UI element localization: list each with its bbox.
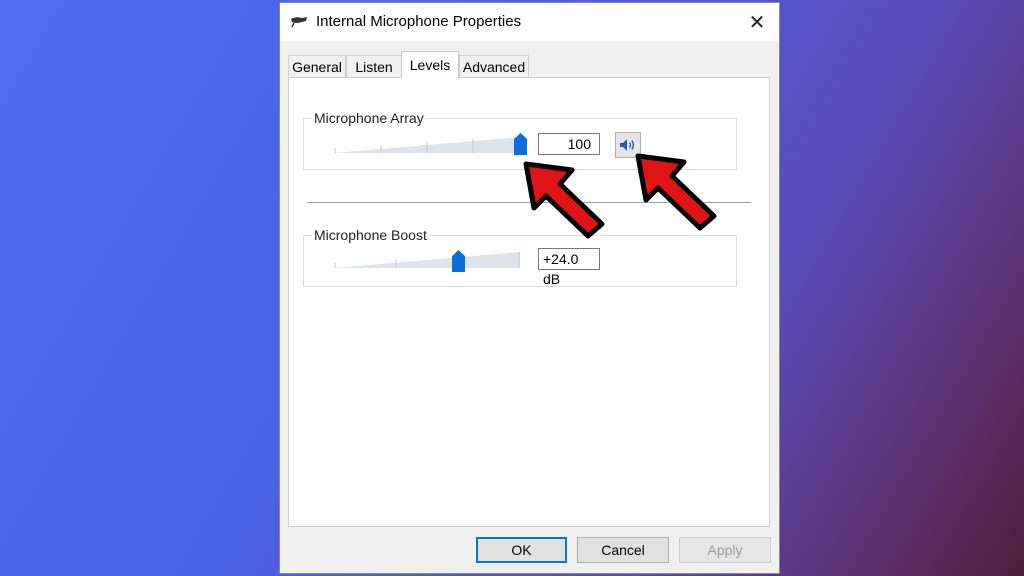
close-button[interactable]: ✕ [743, 9, 771, 35]
levels-panel: Microphone Array 100 Microphone Boost +2… [288, 77, 770, 527]
microphone-boost-slider-track[interactable] [334, 248, 522, 270]
microphone-boost-label: Microphone Boost [312, 227, 429, 243]
microphone-array-label: Microphone Array [312, 110, 426, 126]
arrow-annotation-slider-icon [523, 161, 605, 239]
microphone-boost-group: Microphone Boost +24.0 dB [303, 227, 737, 287]
properties-dialog: Internal Microphone Properties ✕ General… [279, 2, 780, 574]
tab-levels[interactable]: Levels [401, 51, 459, 78]
ok-button[interactable]: OK [476, 537, 567, 563]
apply-button[interactable]: Apply [679, 537, 771, 563]
microphone-icon [291, 17, 307, 28]
dialog-title: Internal Microphone Properties [316, 13, 522, 30]
tab-listen[interactable]: Listen [346, 55, 402, 77]
microphone-array-value[interactable]: 100 [538, 133, 600, 155]
close-icon: ✕ [748, 11, 766, 34]
arrow-annotation-mute-icon [635, 153, 717, 231]
tab-advanced[interactable]: Advanced [459, 55, 529, 77]
microphone-boost-value[interactable]: +24.0 dB [538, 248, 600, 287]
tab-general[interactable]: General [288, 55, 346, 77]
cancel-button[interactable]: Cancel [577, 537, 669, 563]
title-bar: Internal Microphone Properties ✕ [280, 3, 779, 41]
microphone-array-slider-track[interactable] [334, 133, 522, 155]
